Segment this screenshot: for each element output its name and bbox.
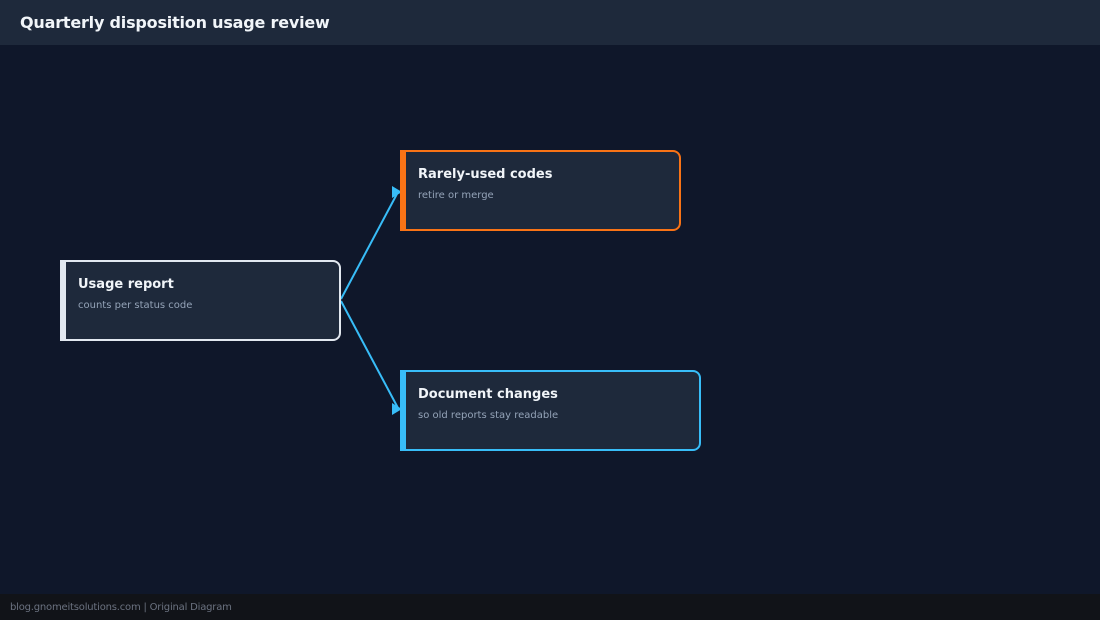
node-title: Document changes — [418, 387, 558, 402]
node-subtitle: retire or merge — [418, 190, 494, 201]
node-title: Rarely-used codes — [418, 167, 553, 182]
connector-usage-to-docs — [340, 300, 399, 409]
footer-credit[interactable]: blog.gnomeitsolutions.com | Original Dia… — [10, 602, 232, 613]
node-subtitle: counts per status code — [78, 300, 193, 311]
node-title: Usage report — [78, 277, 174, 292]
footer: blog.gnomeitsolutions.com | Original Dia… — [0, 594, 1100, 620]
page-title: Quarterly disposition usage review — [20, 13, 330, 32]
connector-usage-to-rarely — [340, 191, 399, 300]
node-document-changes[interactable]: Document changes so old reports stay rea… — [400, 370, 701, 451]
node-rarely-used-codes[interactable]: Rarely-used codes retire or merge — [400, 150, 681, 231]
node-subtitle: so old reports stay readable — [418, 410, 559, 421]
node-usage-report[interactable]: Usage report counts per status code — [60, 260, 341, 341]
title-bar: Quarterly disposition usage review — [0, 0, 1100, 45]
